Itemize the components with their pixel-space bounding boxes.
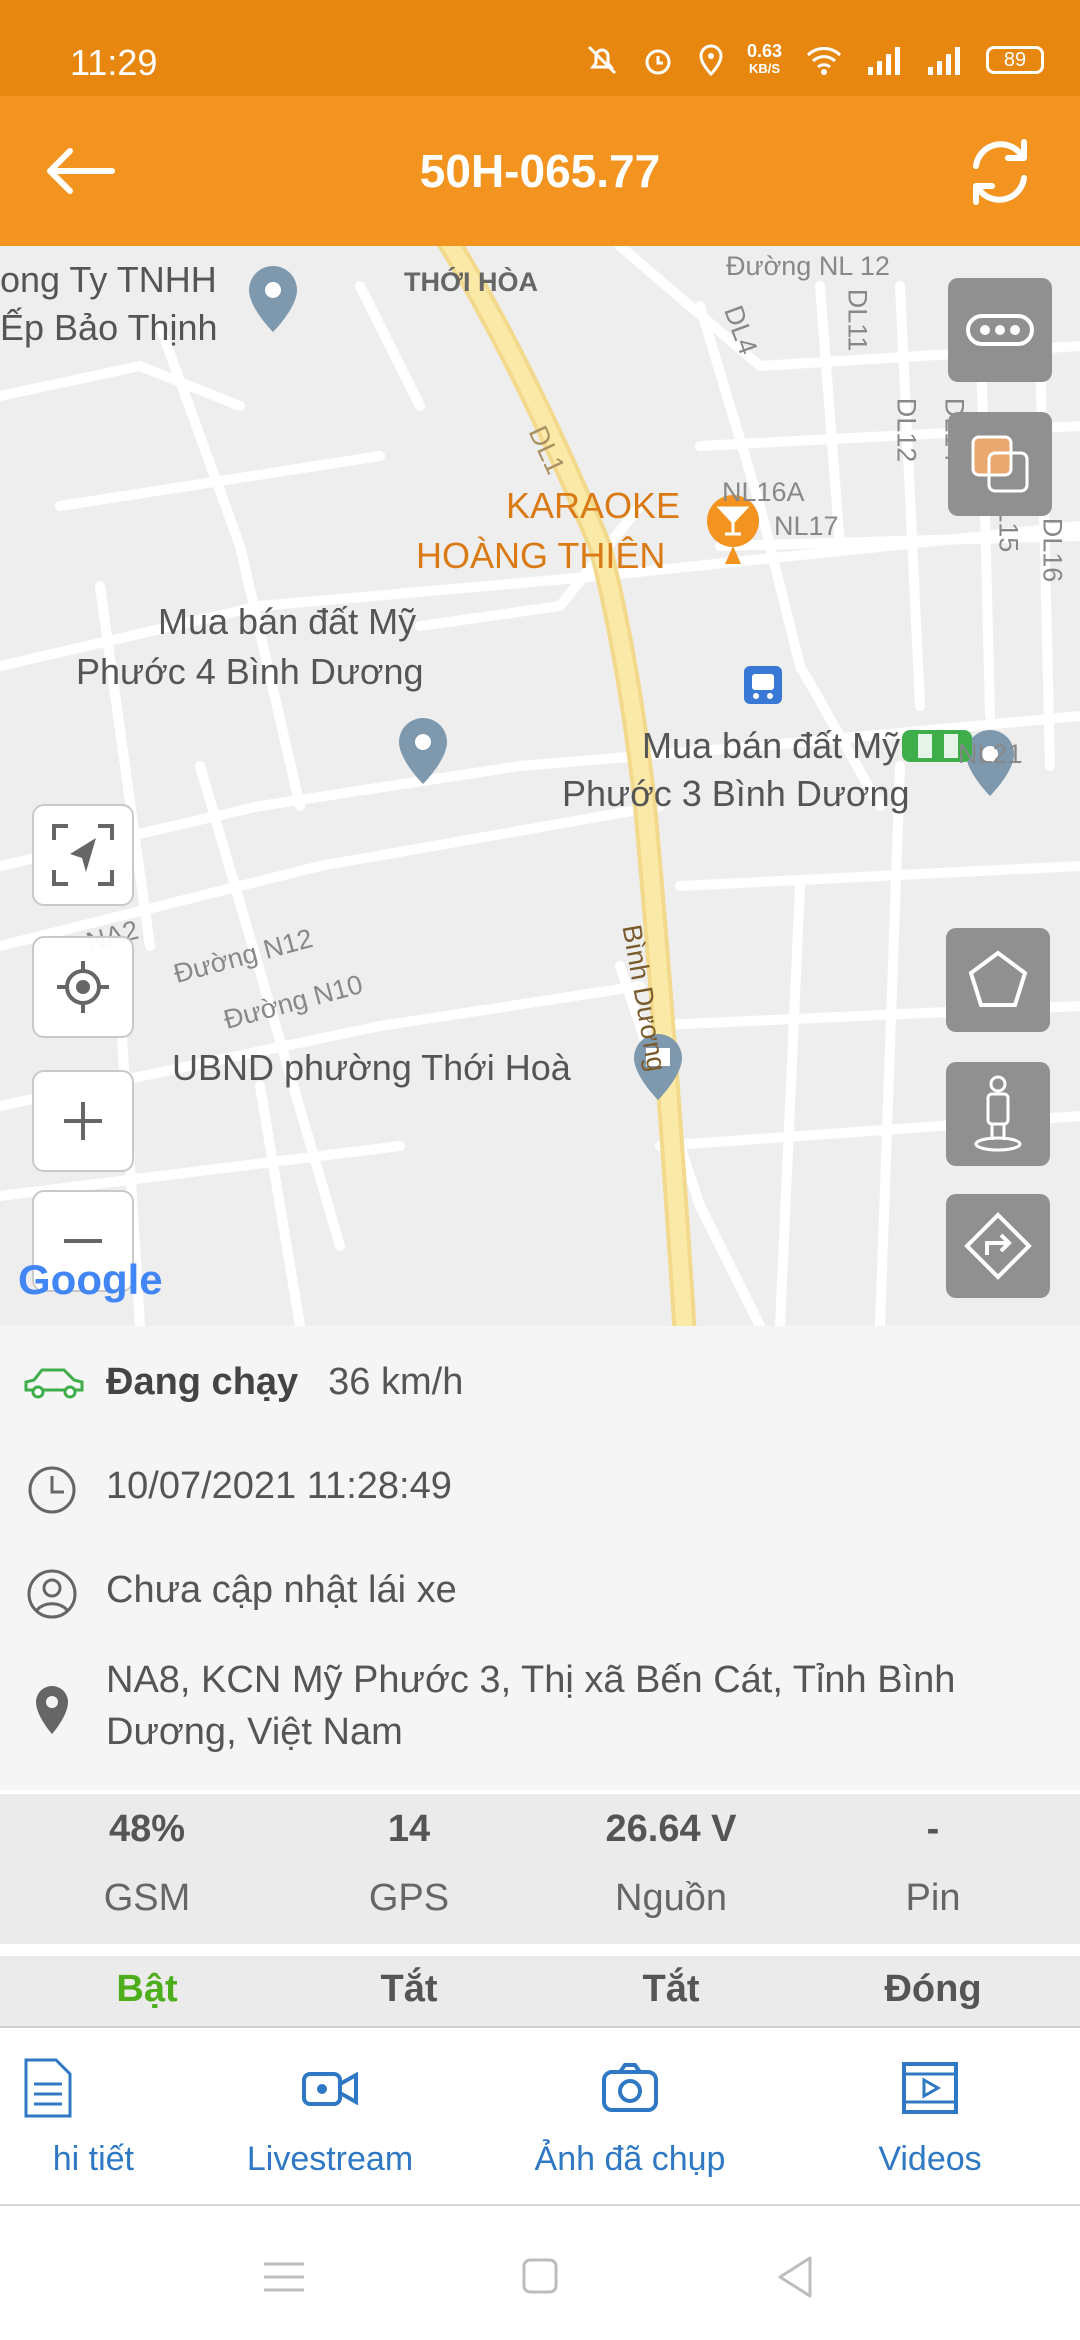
map-label-dl11: DL11 — [842, 288, 873, 352]
directions-button[interactable] — [946, 1194, 1050, 1298]
signal-icon — [868, 47, 900, 75]
video-camera-icon — [302, 2071, 358, 2106]
car-icon — [24, 1368, 84, 1399]
state-sensor: Tắt — [642, 1968, 700, 2010]
map-label-company-2: Ếp Bảo Thịnh — [0, 307, 218, 348]
back-triangle-icon[interactable] — [766, 2252, 826, 2302]
location-pin-icon — [36, 1686, 68, 1734]
tab-photos[interactable]: Ảnh đã chụp — [500, 2030, 760, 2206]
screen: 11:29 0.63 KB/S 89 50H-065.77 ong Ty TNH… — [0, 0, 1080, 2340]
google-logo: Google — [18, 1256, 163, 1303]
camera-icon — [602, 2063, 658, 2112]
map-label-nl21: NL21 — [958, 739, 1023, 769]
status-text: Đang chạy 36 km/h — [106, 1361, 464, 1403]
status-icons: 0.63 KB/S 89 — [585, 42, 1044, 78]
page-title: 50H-065.77 — [419, 145, 661, 197]
layers-icon — [971, 435, 1029, 493]
location-icon — [699, 44, 723, 77]
fit-bounds-button[interactable] — [32, 804, 134, 906]
state-door: Đóng — [884, 1968, 982, 2010]
clock-icon — [28, 1466, 76, 1514]
crosshair-icon — [57, 961, 109, 1013]
status-time: 11:29 — [70, 42, 158, 83]
mute-bell-icon — [587, 45, 617, 75]
map-label-ubnd: UBND phường Thới Hoà — [172, 1047, 571, 1088]
app-bar: 50H-065.77 — [0, 96, 1080, 246]
stats-bar: 48% GSM 14 GPS 26.64 V Nguồn - Pin — [0, 1794, 1080, 1944]
system-nav-bar — [0, 2208, 1080, 2340]
my-location-button[interactable] — [32, 936, 134, 1038]
datetime-text: 10/07/2021 11:28:49 — [106, 1465, 452, 1507]
alarm-icon — [645, 49, 671, 75]
tab-details[interactable]: hi tiết — [0, 2030, 134, 2206]
network-speed: 0.63 KB/S — [746, 41, 782, 76]
vehicle-info-panel: Đang chạy 36 km/h 10/07/2021 11:28:49 Chư… — [0, 1326, 1080, 1790]
states-bar: Bật Tắt Tắt Đóng — [0, 1956, 1080, 2028]
map-label-mua3-1: Mua bán đất Mỹ — [642, 725, 901, 766]
map-pin-company — [249, 266, 297, 332]
user-circle-icon — [27, 1569, 77, 1619]
map-layers-button[interactable] — [948, 412, 1052, 516]
map-label-mua3-2: Phước 3 Bình Dương — [562, 773, 910, 814]
map-view[interactable]: ong Ty TNHH Ếp Bảo Thịnh THỚI HÒA Đường … — [0, 246, 1080, 1326]
document-icon — [24, 2058, 72, 2118]
street-view-button[interactable] — [946, 1062, 1050, 1166]
bottom-tabs: hi tiết Livestream Ảnh đã chụp Videos — [0, 2030, 1080, 2206]
stat-power: 26.64 V Nguồn — [605, 1808, 737, 1919]
zoom-in-button[interactable] — [32, 1070, 134, 1172]
menu-icon[interactable] — [254, 2252, 314, 2302]
draw-polygon-button[interactable] — [946, 928, 1050, 1032]
directions-icon — [964, 1212, 1032, 1280]
home-square-icon[interactable] — [510, 2252, 570, 2302]
map-label-nl17: NL17 — [774, 511, 839, 541]
map-label-nl12: Đường NL 12 — [726, 251, 890, 281]
address-text: NA8, KCN Mỹ Phước 3, Thị xã Bến Cát, Tỉn… — [106, 1659, 956, 1753]
status-bar: 11:29 0.63 KB/S 89 — [0, 0, 1080, 96]
tab-videos[interactable]: Videos — [820, 2030, 1040, 2206]
stat-battery: - Pin — [905, 1808, 961, 1919]
map-label-dl16: DL16 — [1037, 517, 1068, 583]
navigation-frame-icon — [52, 824, 114, 886]
refresh-icon[interactable] — [960, 132, 1040, 212]
battery-indicator: 89 — [986, 46, 1044, 74]
more-dots-icon — [966, 314, 1034, 346]
plus-icon — [64, 1102, 102, 1140]
map-label-mua4-2: Phước 4 Bình Dương — [76, 651, 424, 692]
wifi-icon — [806, 47, 842, 75]
film-icon — [902, 2062, 958, 2114]
person-icon — [974, 1075, 1022, 1152]
map-label-company-1: ong Ty TNHH — [0, 259, 217, 300]
driver-text: Chưa cập nhật lái xe — [106, 1569, 457, 1611]
map-label-thoi-hoa: THỚI HÒA — [404, 267, 539, 297]
stat-gsm: 48% GSM — [103, 1808, 191, 1919]
pentagon-icon — [968, 950, 1028, 1007]
state-engine: Bật — [116, 1968, 178, 2010]
tab-livestream[interactable]: Livestream — [220, 2030, 440, 2206]
map-label-karaoke-2: HOÀNG THIÊN — [416, 535, 666, 576]
map-label-mua4-1: Mua bán đất Mỹ — [158, 601, 417, 642]
more-options-button[interactable] — [948, 278, 1052, 382]
map-label-dl12: DL12 — [891, 397, 922, 463]
map-label-karaoke-1: KARAOKE — [506, 485, 681, 526]
signal-icon-2 — [928, 47, 960, 75]
stat-gps: 14 GPS — [368, 1808, 450, 1919]
state-ac: Tắt — [380, 1968, 438, 2010]
